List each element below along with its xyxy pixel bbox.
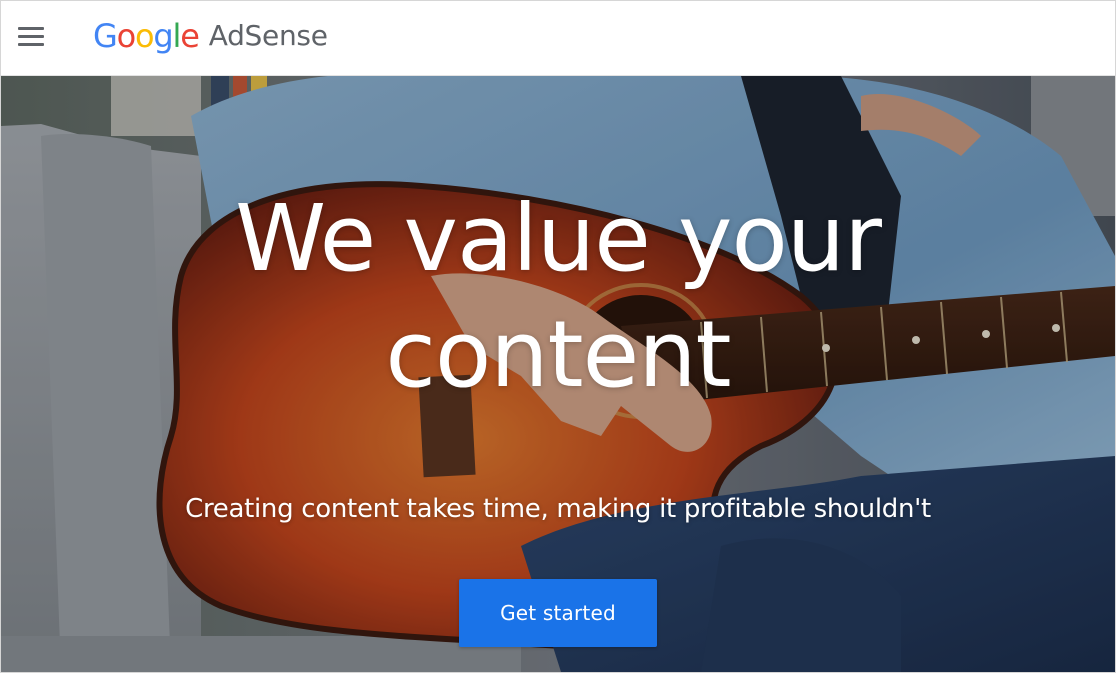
get-started-button[interactable]: Get started: [459, 579, 657, 647]
menu-bar: [18, 43, 44, 46]
logo-letter: G: [93, 17, 118, 55]
logo-letter: o: [116, 17, 137, 55]
google-wordmark: Google: [93, 16, 200, 56]
hero-headline: We value your content: [1, 181, 1115, 413]
hero-banner: We value your content Creating content t…: [1, 76, 1115, 672]
hero-subheadline: Creating content takes time, making it p…: [185, 494, 931, 524]
hamburger-menu-icon[interactable]: [13, 19, 49, 55]
logo-letter: g: [153, 17, 173, 55]
headline-line-2: content: [385, 301, 731, 408]
logo-letter: e: [180, 17, 200, 55]
google-adsense-logo[interactable]: Google AdSense: [93, 16, 328, 56]
page-frame: Google AdSense We value your content Cre…: [0, 0, 1116, 673]
menu-bar: [18, 27, 44, 30]
headline-line-1: We value your: [235, 185, 882, 292]
product-name: AdSense: [208, 19, 328, 52]
logo-letter: o: [135, 17, 155, 55]
menu-bar: [18, 35, 44, 38]
top-app-bar: Google AdSense: [1, 1, 1115, 76]
